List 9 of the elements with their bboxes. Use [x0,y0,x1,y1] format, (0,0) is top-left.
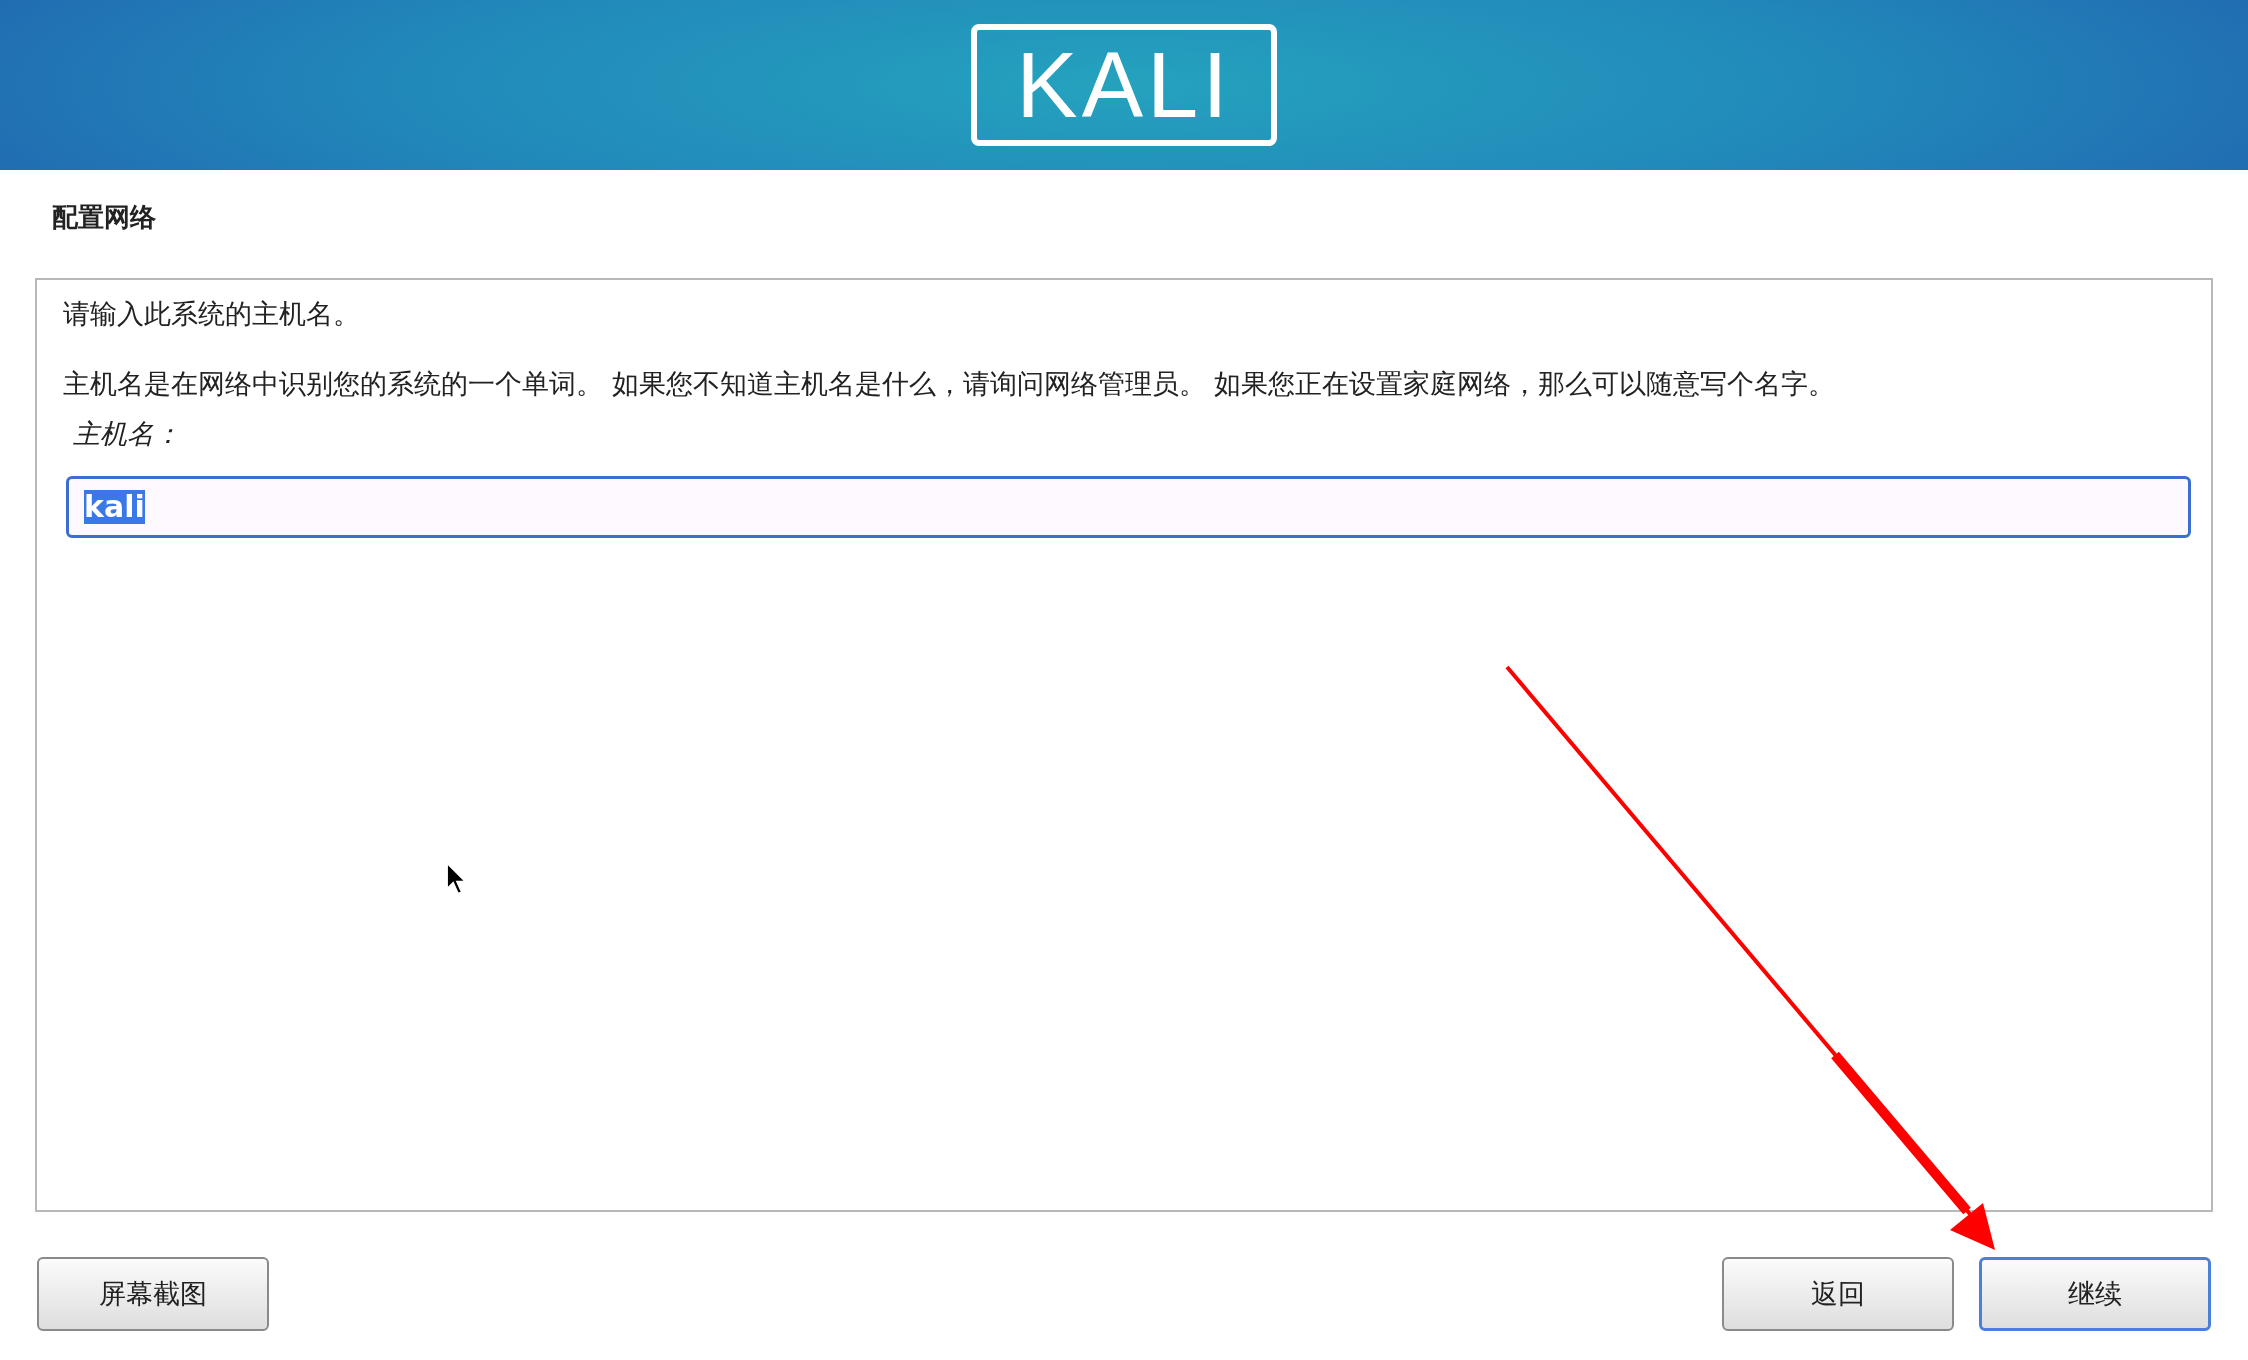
dialog-button[interactable]: 返回 [1722,1257,1954,1331]
page-title: 配置网络 [51,201,157,234]
dialog-button[interactable]: 屏幕截图 [37,1257,269,1331]
prompt-text: 请输入此系统的主机名。 [63,297,361,331]
dialog-button[interactable]: 继续 [1979,1257,2211,1331]
hostname-field[interactable]: kali [66,476,2191,538]
field-label: 主机名： [73,417,182,451]
logo-text: KALI [1016,39,1232,131]
description-text: 主机名是在网络中识别您的系统的一个单词。 如果您不知道主机名是什么，请询问网络管理员。 如果您正在设置家庭网络，那么可以随意写个名字。 [63,367,1837,401]
